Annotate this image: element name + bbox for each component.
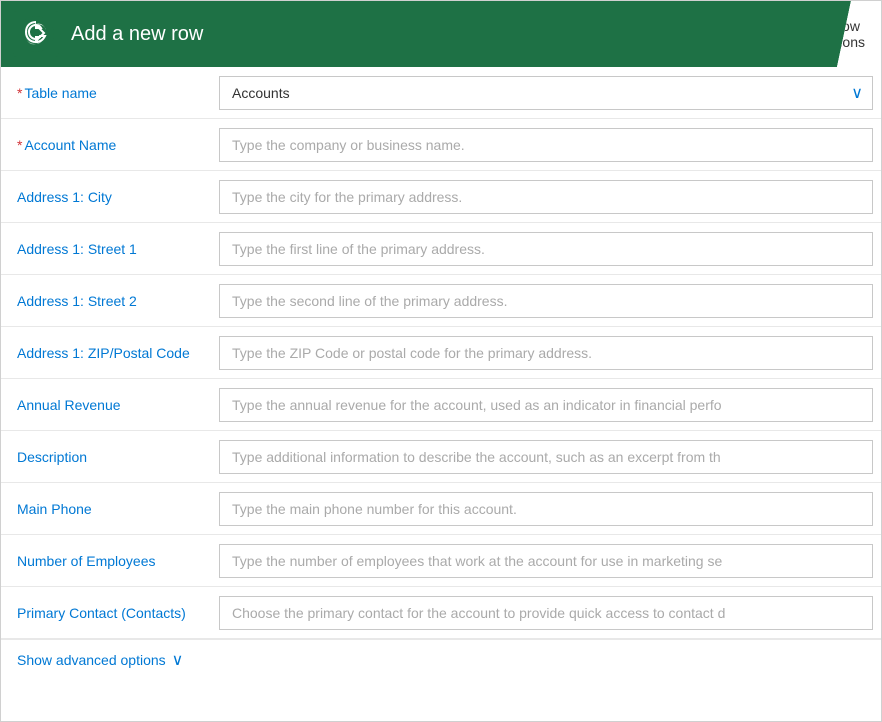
input-address-city[interactable]	[219, 180, 873, 214]
label-account-name: * Account Name	[1, 119, 211, 170]
table-name-select[interactable]: Accounts Contacts Leads Opportunities	[219, 76, 873, 110]
header: Add a new row Show options	[1, 1, 881, 67]
field-container-primary-contact	[211, 587, 881, 638]
advanced-options-button[interactable]: Show advanced options ∨	[17, 650, 183, 670]
field-container-address-zip	[211, 327, 881, 378]
label-primary-contact: Primary Contact (Contacts)	[1, 587, 211, 638]
label-address-street2: Address 1: Street 2	[1, 275, 211, 326]
label-description: Description	[1, 431, 211, 482]
form-content: * Table name Accounts Contacts Leads Opp…	[1, 67, 881, 721]
label-text-address-street2: Address 1: Street 2	[17, 293, 137, 309]
label-text-address-zip: Address 1: ZIP/Postal Code	[17, 345, 190, 361]
input-account-name[interactable]	[219, 128, 873, 162]
label-main-phone: Main Phone	[1, 483, 211, 534]
field-row-main-phone: Main Phone	[1, 483, 881, 535]
label-text-address-street1: Address 1: Street 1	[17, 241, 137, 257]
advanced-options-chevron-icon: ∨	[172, 650, 184, 670]
logo-icon	[18, 16, 54, 52]
label-annual-revenue: Annual Revenue	[1, 379, 211, 430]
field-row-account-name: * Account Name	[1, 119, 881, 171]
label-text-description: Description	[17, 449, 87, 465]
label-address-street1: Address 1: Street 1	[1, 223, 211, 274]
show-options-button[interactable]: Show options	[796, 1, 881, 67]
field-container-address-street2	[211, 275, 881, 326]
input-address-street2[interactable]	[219, 284, 873, 318]
label-text-address-city: Address 1: City	[17, 189, 112, 205]
field-row-address-street2: Address 1: Street 2	[1, 275, 881, 327]
field-container-address-street1	[211, 223, 881, 274]
input-main-phone[interactable]	[219, 492, 873, 526]
form-footer: Show advanced options ∨	[1, 639, 881, 680]
required-indicator: *	[17, 85, 22, 101]
field-row-address-city: Address 1: City	[1, 171, 881, 223]
input-address-zip[interactable]	[219, 336, 873, 370]
field-row-description: Description	[1, 431, 881, 483]
input-primary-contact[interactable]	[219, 596, 873, 630]
field-row-annual-revenue: Annual Revenue	[1, 379, 881, 431]
field-container-account-name	[211, 119, 881, 170]
table-name-select-wrapper: Accounts Contacts Leads Opportunities ∨	[219, 76, 873, 110]
label-address-zip: Address 1: ZIP/Postal Code	[1, 327, 211, 378]
field-container-num-employees	[211, 535, 881, 586]
field-row-address-zip: Address 1: ZIP/Postal Code	[1, 327, 881, 379]
app-container: Add a new row Show options * Table name …	[0, 0, 882, 722]
table-name-field: Accounts Contacts Leads Opportunities ∨	[211, 67, 881, 118]
input-num-employees[interactable]	[219, 544, 873, 578]
field-container-description	[211, 431, 881, 482]
required-indicator: *	[17, 137, 22, 153]
label-address-city: Address 1: City	[1, 171, 211, 222]
field-container-main-phone	[211, 483, 881, 534]
field-row-primary-contact: Primary Contact (Contacts)	[1, 587, 881, 639]
field-row-num-employees: Number of Employees	[1, 535, 881, 587]
label-text-main-phone: Main Phone	[17, 501, 92, 517]
label-text-primary-contact: Primary Contact (Contacts)	[17, 605, 186, 621]
label-text-annual-revenue: Annual Revenue	[17, 397, 121, 413]
advanced-options-label: Show advanced options	[17, 652, 166, 668]
table-name-row: * Table name Accounts Contacts Leads Opp…	[1, 67, 881, 119]
label-num-employees: Number of Employees	[1, 535, 211, 586]
show-options-container: Show options	[837, 1, 881, 67]
input-address-street1[interactable]	[219, 232, 873, 266]
table-name-label: * Table name	[1, 67, 211, 118]
app-logo	[13, 11, 59, 57]
label-text-account-name: Account Name	[24, 137, 116, 153]
label-text-num-employees: Number of Employees	[17, 553, 156, 569]
input-description[interactable]	[219, 440, 873, 474]
field-row-address-street1: Address 1: Street 1	[1, 223, 881, 275]
page-title: Add a new row	[71, 23, 203, 46]
field-container-address-city	[211, 171, 881, 222]
input-annual-revenue[interactable]	[219, 388, 873, 422]
field-container-annual-revenue	[211, 379, 881, 430]
form-fields: * Account Name Address 1: City Address 1: …	[1, 119, 881, 639]
